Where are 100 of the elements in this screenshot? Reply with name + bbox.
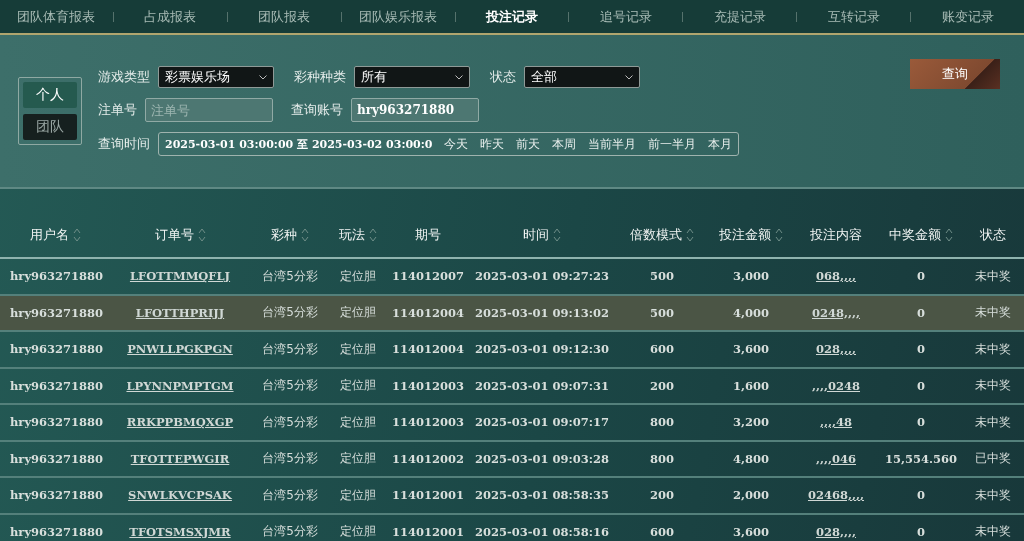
table-cell: hry963271880 [10,269,104,284]
field-label: 查询时间 [98,135,150,153]
dropdown[interactable]: 彩票娱乐场 [158,66,274,88]
table-cell: 定位胆 [340,378,376,393]
sort-icon[interactable] [301,227,309,243]
table-link[interactable]: ,,,,0248 [812,378,860,393]
tab[interactable]: 互转记录 [797,7,911,26]
table-link[interactable]: ,,,,48 [820,415,852,430]
table-cell: 114012001 [392,488,464,503]
tab[interactable]: 团队体育报表 [0,7,113,26]
column-header: 投注内容 [810,226,862,244]
date-shortcut-link[interactable]: 前一半月 [648,135,697,153]
table-cell: 114012003 [392,415,464,430]
table-cell: 500 [650,269,674,284]
input-field[interactable]: hry963271880 [351,98,479,122]
dropdown[interactable]: 全部 [524,66,640,88]
table-cell: 未中奖 [975,487,1011,502]
column-header[interactable]: 投注金额 [719,226,783,244]
table-cell: 4,000 [733,305,769,320]
table-cell: 114012004 [392,342,464,357]
caret-icon [455,74,463,80]
tab[interactable]: 团队娱乐报表 [341,7,455,26]
table-cell: hry963271880 [10,305,104,320]
field-label: 状态 [490,68,516,86]
scope-tab[interactable]: 个人 [23,82,77,108]
table-link[interactable]: ,,,,046 [816,451,856,466]
date-shortcut-link[interactable]: 本月 [708,135,733,153]
table-cell: 200 [650,488,674,503]
sort-icon[interactable] [72,227,81,243]
sort-icon[interactable] [775,227,783,243]
table-cell: 3,000 [733,269,769,284]
column-header[interactable]: 订单号 [154,226,206,244]
table-cell: 114012004 [392,305,464,320]
table-cell: 未中奖 [975,524,1011,539]
table-link[interactable]: 068,,,, [816,269,856,284]
column-header[interactable]: 倍数模式 [630,226,694,244]
dropdown[interactable]: 所有 [354,66,470,88]
date-shortcut-link[interactable]: 前天 [516,135,541,153]
table-cell: 2025-03-01 09:13:02 [474,305,610,320]
tab[interactable]: 追号记录 [569,7,683,26]
table-cell: 定位胆 [340,451,376,466]
table-cell: hry963271880 [10,415,104,430]
sort-icon[interactable] [553,227,561,243]
table-link[interactable]: 028,,,, [816,524,856,539]
table-link[interactable]: TFOTTEPWGIR [130,451,230,466]
table-cell: 定位胆 [340,524,376,539]
column-header[interactable]: 玩法 [339,226,377,244]
table-link[interactable]: TFOTSMSXJMR [129,524,231,539]
date-shortcut-link[interactable]: 昨天 [480,135,505,153]
date-shortcut-link[interactable]: 今天 [444,135,469,153]
table-cell: 未中奖 [975,268,1011,283]
table-cell: 114012001 [392,524,464,539]
table-link[interactable]: RRKPPBMQXGP [126,415,234,430]
date-range-field[interactable]: 2025-03-01 03:00:00 至 2025-03-02 03:00:0 [165,136,433,152]
tab[interactable]: 团队报表 [227,7,341,26]
field-label: 注单号 [98,101,137,119]
sort-icon[interactable] [945,227,953,243]
table-cell: hry963271880 [10,524,104,539]
table-cell: 0 [917,269,925,284]
column-header[interactable]: 中奖金额 [889,226,953,244]
table-link[interactable]: 02468,,,, [808,488,864,503]
table-cell: 2025-03-01 09:03:28 [474,451,610,466]
tab[interactable]: 占成报表 [113,7,227,26]
table-link[interactable]: PNWLLPGKPGN [127,342,233,357]
sort-icon[interactable] [197,227,206,243]
column-header[interactable]: 彩种 [271,226,309,244]
table-cell: 3,600 [733,524,769,539]
table-link[interactable]: 028,,,, [816,342,856,357]
tab[interactable]: 投注记录 [455,7,569,26]
column-header[interactable]: 用户名 [29,226,81,244]
table-cell: 2025-03-01 09:27:23 [474,269,610,284]
input-field[interactable]: 注单号 [145,98,273,122]
query-button[interactable]: 查询 [910,59,1000,89]
table-cell: 已中奖 [975,451,1011,466]
table-cell: 台湾5分彩 [262,487,318,502]
tab[interactable]: 账变记录 [911,7,1024,26]
table-cell: 0 [917,342,925,357]
table-cell: 1,600 [733,378,769,393]
table-cell: hry963271880 [10,342,104,357]
field-label: 游戏类型 [98,68,150,86]
sort-icon[interactable] [369,227,377,243]
tab[interactable]: 充提记录 [683,7,797,26]
table-cell: 台湾5分彩 [262,524,318,539]
scope-tab[interactable]: 团队 [23,114,77,140]
caret-icon [259,74,267,80]
table-cell: 200 [650,378,674,393]
table-link[interactable]: SNWLKVCPSAK [128,488,232,503]
date-shortcut-link[interactable]: 本周 [552,135,577,153]
table-cell: 0 [917,378,925,393]
table-link[interactable]: LPYNNPMPTGM [126,378,234,393]
date-shortcut-link[interactable]: 当前半月 [588,135,637,153]
table-cell: 未中奖 [975,341,1011,356]
column-header[interactable]: 时间 [523,226,561,244]
table-cell: 4,800 [733,451,769,466]
table-cell: 2025-03-01 09:07:17 [474,415,610,430]
table-cell: 未中奖 [975,414,1011,429]
table-link[interactable]: LFOTTMMQFLJ [129,269,231,284]
sort-icon[interactable] [686,227,694,243]
table-cell: 800 [650,451,674,466]
table-cell: 0 [917,305,925,320]
